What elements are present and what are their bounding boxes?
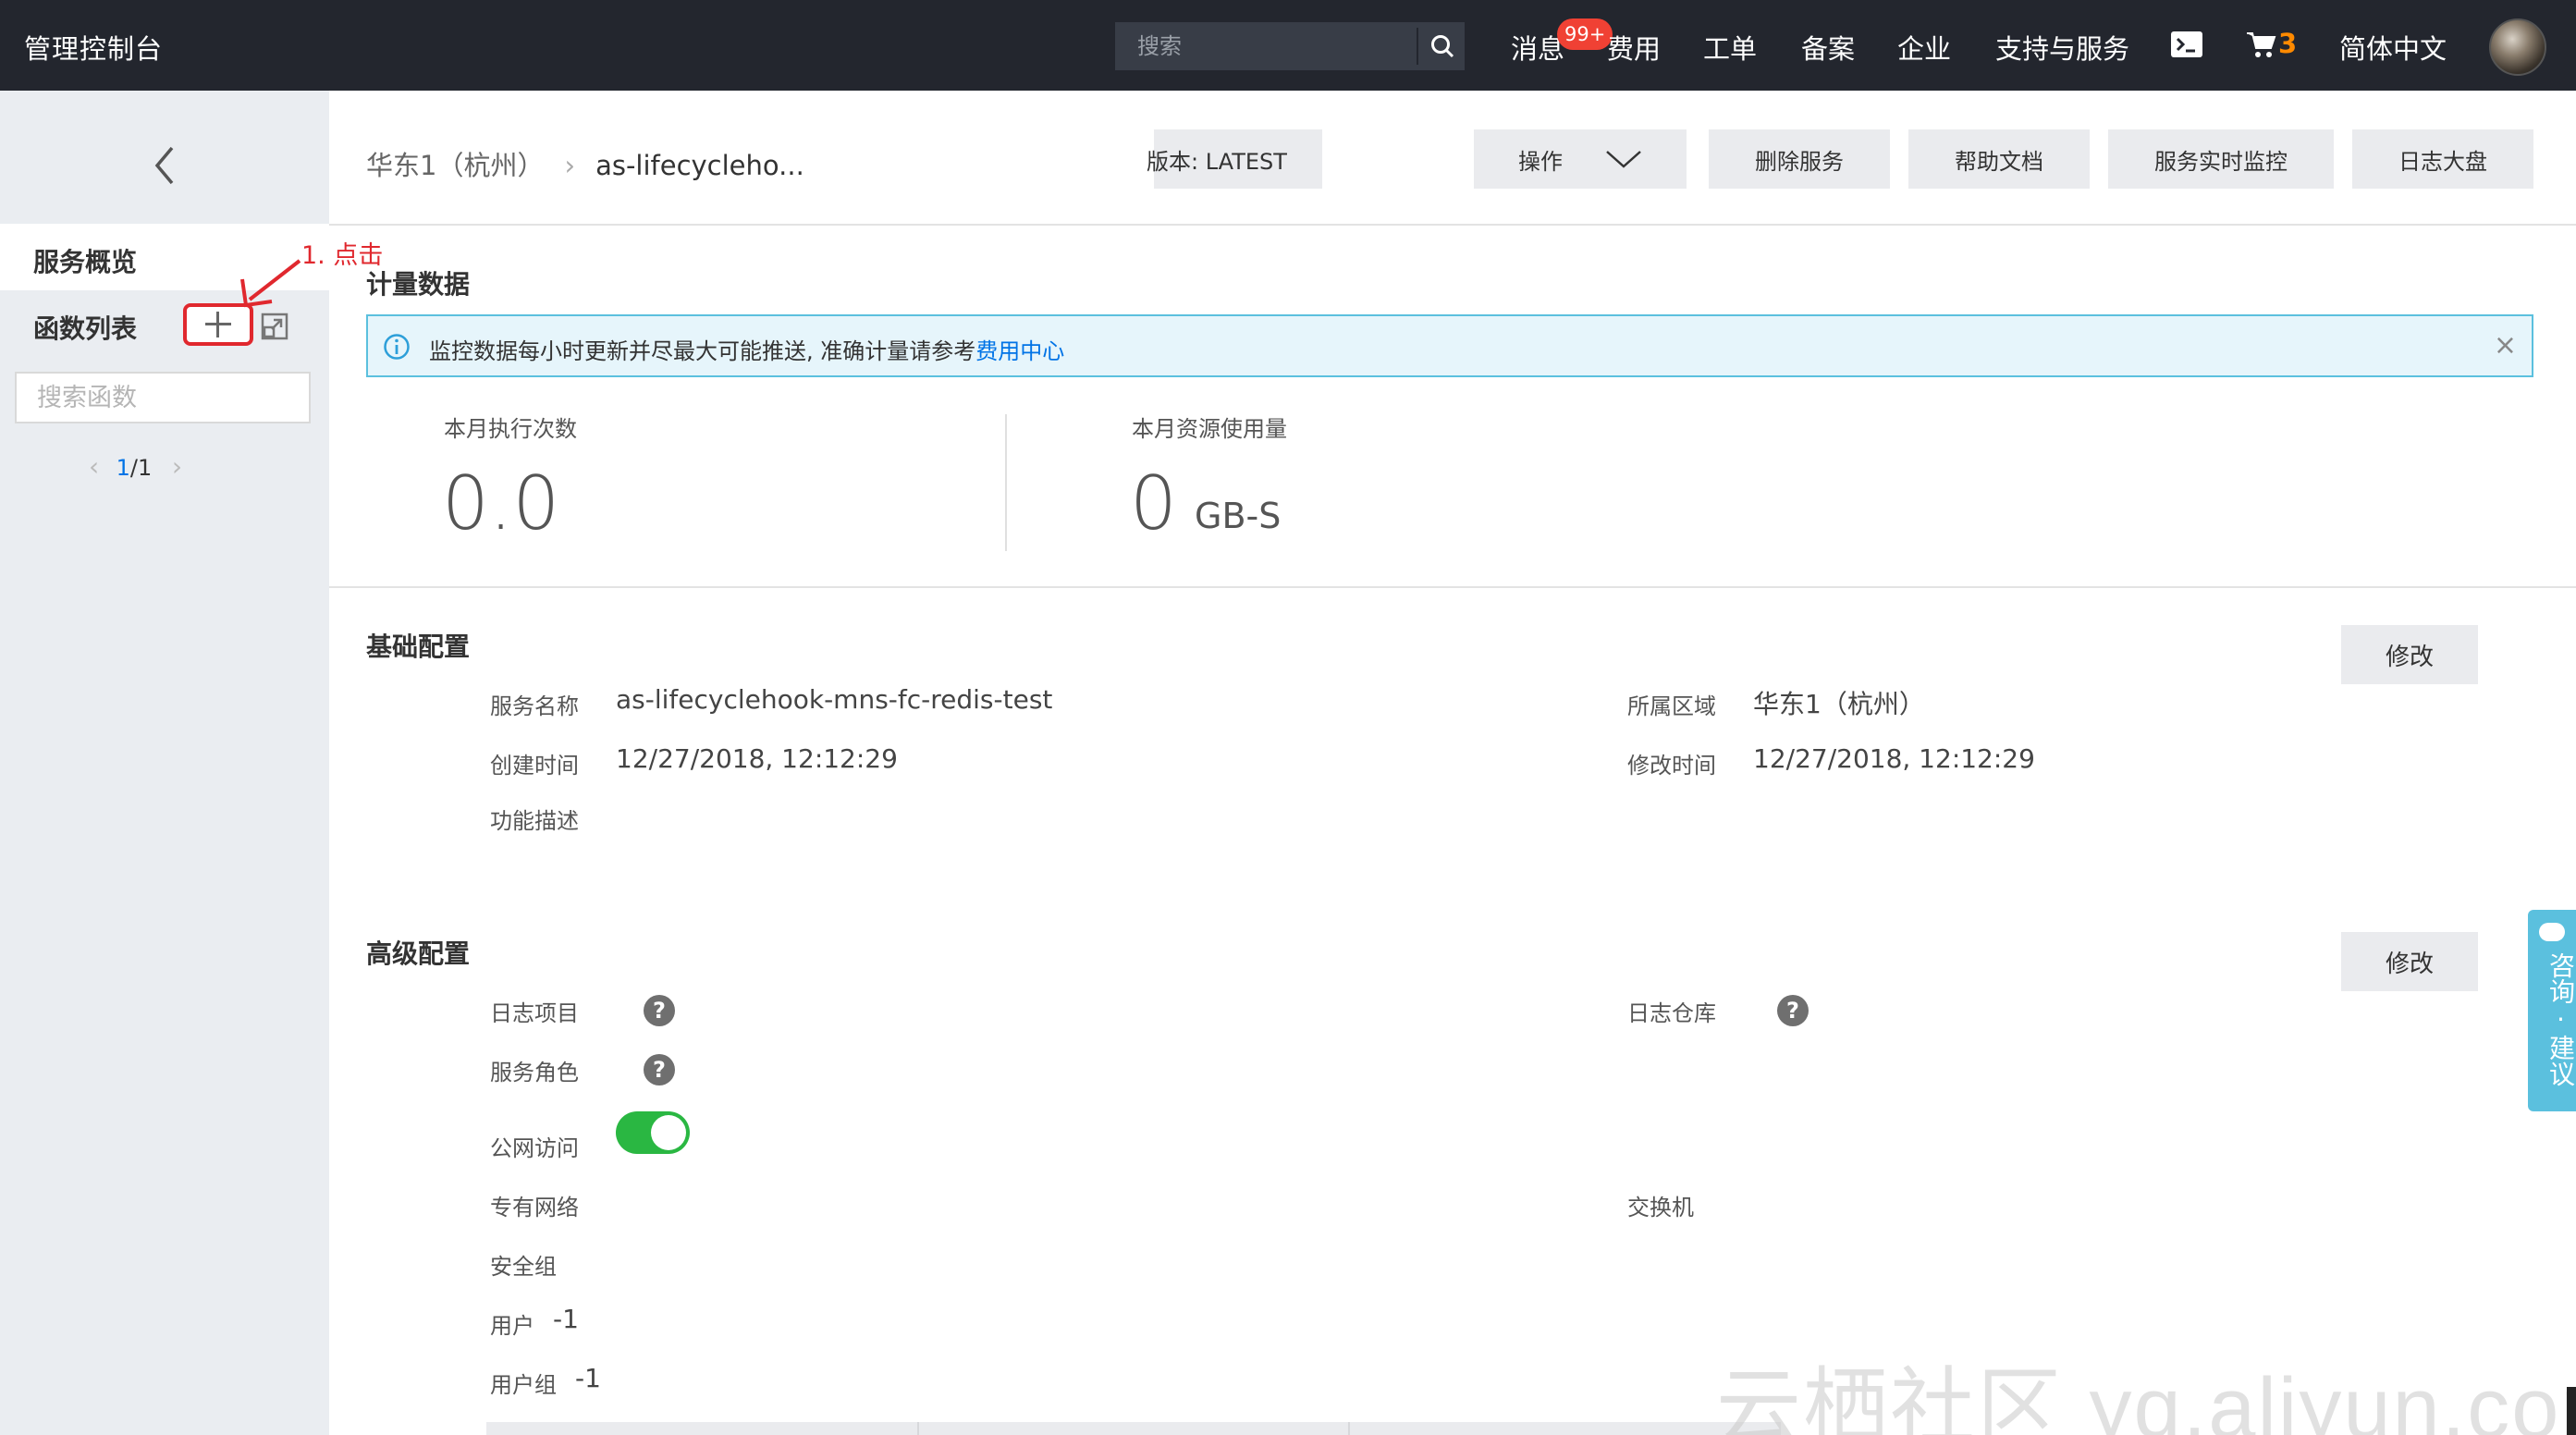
pager-current: 1 [116, 455, 130, 481]
internet-access-label: 公网访问 [490, 1135, 579, 1161]
help-icon[interactable]: ? [1777, 995, 1809, 1026]
resource-usage-unit: GB-S [1195, 496, 1282, 536]
realtime-monitor-button[interactable]: 服务实时监控 [2108, 129, 2334, 189]
log-dashboard-button[interactable]: 日志大盘 [2352, 129, 2533, 189]
nav-enterprise[interactable]: 企业 [1897, 28, 1951, 67]
top-navbar: 管理控制台 消息 99+ 费用 工单 备案 企业 支持与服务 3 简体中文 [0, 0, 2576, 91]
help-docs-button[interactable]: 帮助文档 [1908, 129, 2090, 189]
resource-usage-label: 本月资源使用量 [1132, 416, 1287, 442]
prev-page-icon[interactable]: ‹ [89, 451, 109, 482]
delete-service-button[interactable]: 删除服务 [1709, 129, 1890, 189]
close-icon[interactable]: × [2494, 329, 2517, 362]
version-label: 版本: LATEST [1147, 148, 1287, 175]
search-separator [1417, 28, 1418, 65]
breadcrumb-service: as-lifecycleho... [595, 150, 804, 181]
toggle-knob [651, 1115, 686, 1150]
edit-basic-button[interactable]: 修改 [2341, 625, 2478, 684]
user-label: 用户 [490, 1313, 534, 1339]
global-search-input[interactable] [1115, 22, 1417, 70]
feedback-tab[interactable]: 咨询·建议 [2528, 910, 2576, 1111]
cart-icon[interactable] [2245, 30, 2276, 63]
help-icon[interactable]: ? [644, 995, 675, 1026]
description-label: 功能描述 [490, 808, 579, 834]
sidebar-item-overview-label: 服务概览 [33, 247, 138, 277]
cart-count[interactable]: 3 [2278, 28, 2297, 59]
next-page-icon[interactable]: › [172, 451, 192, 482]
operations-label: 操作 [1518, 148, 1563, 175]
pager-total: /1 [129, 455, 153, 481]
info-icon [384, 334, 410, 360]
chevron-right-icon: › [564, 150, 576, 181]
function-search-input[interactable] [17, 374, 309, 422]
breadcrumb-region[interactable]: 华东1（杭州） [366, 150, 544, 181]
security-group-label: 安全组 [490, 1254, 557, 1280]
exec-count-label: 本月执行次数 [444, 416, 577, 442]
expand-icon[interactable] [261, 313, 288, 344]
modified-time-value: 12/27/2018, 12:12:29 [1753, 743, 2035, 774]
function-search [15, 372, 311, 423]
search-button[interactable] [1420, 22, 1465, 70]
terminal-icon[interactable] [2171, 31, 2202, 57]
user-group-label: 用户组 [490, 1372, 557, 1398]
help-icon[interactable]: ? [644, 1054, 675, 1085]
breadcrumb: 华东1（杭州） › as-lifecycleho... [366, 144, 804, 183]
basic-config-title: 基础配置 [366, 632, 471, 662]
info-banner: 监控数据每小时更新并尽最大可能推送, 准确计量请参考费用中心 × [366, 314, 2533, 377]
user-avatar[interactable] [2489, 18, 2546, 76]
function-pager: ‹ 1/1 › [89, 451, 192, 482]
language-switch[interactable]: 简体中文 [2339, 28, 2447, 67]
created-time-value: 12/27/2018, 12:12:29 [616, 743, 898, 774]
watermark: 云栖社区 yq.aliyun.com [1716, 1361, 2576, 1435]
function-list-label: 函数列表 [33, 313, 138, 344]
info-banner-message: 监控数据每小时更新并尽最大可能推送, 准确计量请参考 [429, 338, 976, 364]
metering-title: 计量数据 [366, 269, 471, 300]
console-title[interactable]: 管理控制台 [24, 28, 163, 67]
service-header: 华东1（杭州） › as-lifecycleho... 版本: LATEST 操作 … [329, 91, 2576, 226]
nav-support[interactable]: 支持与服务 [1995, 28, 2129, 67]
version-dropdown[interactable]: 版本: LATEST [1147, 129, 1322, 189]
nav-tickets[interactable]: 工单 [1703, 28, 1757, 67]
region-label: 所属区域 [1627, 693, 1716, 719]
global-search [1115, 22, 1465, 70]
metric-divider [1005, 414, 1007, 551]
info-banner-text: 监控数据每小时更新并尽最大可能推送, 准确计量请参考费用中心 [429, 333, 1064, 365]
chevron-left-icon [154, 146, 174, 185]
chat-icon [2539, 923, 2565, 941]
resource-usage-value: 0 [1130, 460, 1177, 546]
user-value: -1 [553, 1304, 579, 1334]
nav-icp[interactable]: 备案 [1801, 28, 1855, 67]
edit-advanced-button[interactable]: 修改 [2341, 932, 2478, 991]
annotation-arrow-icon [240, 259, 301, 308]
service-role-label: 服务角色 [490, 1060, 579, 1085]
search-icon [1431, 35, 1454, 58]
created-time-label: 创建时间 [490, 753, 579, 779]
billing-center-link[interactable]: 费用中心 [975, 338, 1064, 364]
service-name-value: as-lifecyclehook-mns-fc-redis-test [616, 684, 1053, 715]
chevron-down-icon [1606, 151, 1641, 168]
nav-billing[interactable]: 费用 [1607, 28, 1661, 67]
advanced-config-title: 高级配置 [366, 938, 471, 969]
mount-table-header [486, 1422, 1781, 1435]
message-count-badge: 99+ [1557, 18, 1613, 50]
operations-dropdown[interactable]: 操作 [1474, 129, 1687, 189]
log-store-label: 日志仓库 [1627, 1000, 1716, 1026]
vswitch-label: 交换机 [1627, 1195, 1694, 1220]
exec-count-value: 0.0 [442, 460, 560, 546]
scrollbar-corner [2567, 1387, 2576, 1435]
user-group-value: -1 [575, 1363, 601, 1393]
vpc-label: 专有网络 [490, 1195, 579, 1220]
service-name-label: 服务名称 [490, 693, 579, 719]
internet-access-toggle[interactable] [616, 1111, 690, 1154]
section-divider [329, 586, 2576, 588]
region-value: 华东1（杭州） [1753, 689, 1925, 719]
modified-time-label: 修改时间 [1627, 753, 1716, 779]
collapse-sidebar-button[interactable] [150, 142, 179, 189]
log-project-label: 日志项目 [490, 1000, 579, 1026]
feedback-text: 咨询·建议 [2545, 952, 2576, 1086]
